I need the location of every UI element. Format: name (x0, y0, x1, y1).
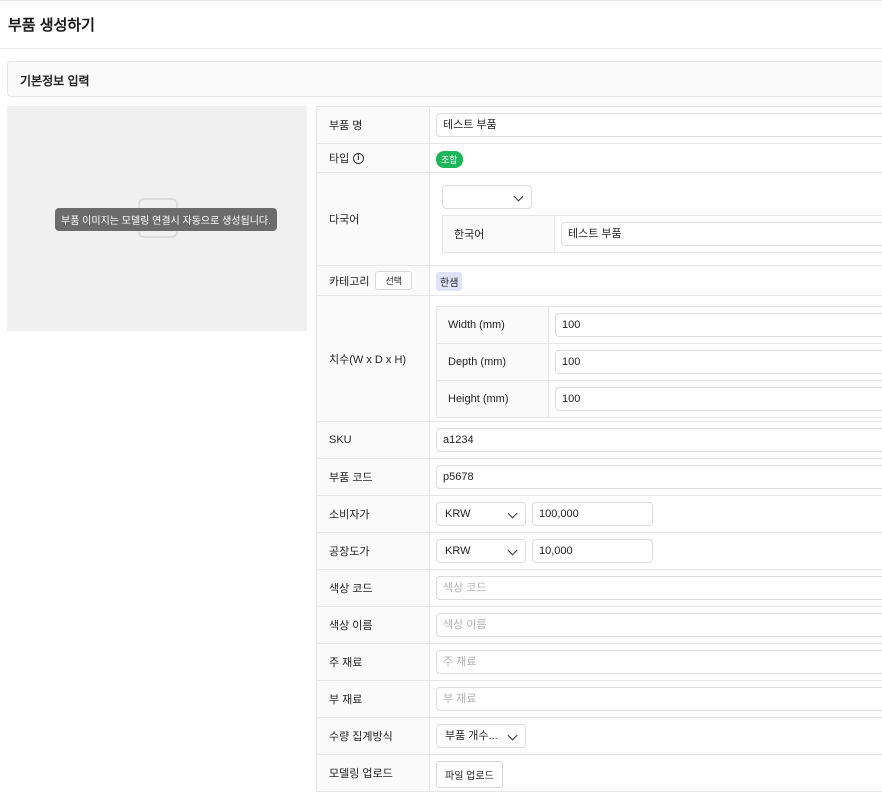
label-multilang: 다국어 (317, 173, 430, 265)
row-color-name: 색상 이름 색상 이름 (317, 607, 882, 644)
page-title: 부품 생성하기 (8, 17, 95, 34)
subrow-height: Height (mm) 100 (437, 381, 882, 418)
info-icon[interactable] (353, 152, 365, 164)
label-sku: SKU (317, 422, 430, 458)
sublabel-width: Width (mm) (437, 307, 549, 343)
label-category-text: 카테고리 (329, 275, 370, 288)
label-name: 부품 명 (317, 107, 430, 143)
row-factory-price: 공장도가 KRW 10,000 (317, 533, 882, 570)
label-sub-material: 부 재료 (317, 681, 430, 717)
label-modeling-upload: 모델링 업로드 (317, 755, 430, 791)
chevron-down-icon (507, 545, 518, 556)
title-divider (0, 48, 882, 49)
section-title: 기본정보 입력 (20, 74, 90, 88)
section-header: 기본정보 입력 (7, 61, 882, 97)
row-main-material: 주 재료 주 재료 (317, 644, 882, 681)
label-type: 타입 (317, 144, 430, 172)
factory-currency-value: KRW (445, 545, 471, 557)
multilang-subtable: 한국어 테스트 부품 (442, 215, 882, 253)
part-form: 부품 명 테스트 부품 타입 조합 다국어 한국어 테스트 부품 (316, 106, 882, 792)
color-code-input[interactable]: 색상 코드 (436, 576, 882, 600)
label-main-material: 주 재료 (317, 644, 430, 680)
name-input[interactable]: 테스트 부품 (436, 113, 882, 137)
factory-price-input[interactable]: 10,000 (532, 539, 653, 563)
width-input[interactable]: 100 (555, 313, 882, 337)
quantity-method-value: 부품 개수... (445, 730, 498, 742)
consumer-currency-select[interactable]: KRW (436, 502, 526, 526)
row-dimensions: 치수(W x D x H) Width (mm) 100 Depth (mm) … (317, 296, 882, 422)
type-tag: 조합 (436, 151, 463, 168)
chevron-down-icon (507, 508, 518, 519)
label-consumer-price: 소비자가 (317, 496, 430, 532)
sublabel-depth: Depth (mm) (437, 344, 549, 380)
category-select-button[interactable]: 선택 (375, 271, 413, 290)
label-category: 카테고리 선택 (317, 266, 430, 295)
row-quantity-method: 수량 집계방식 부품 개수... (317, 718, 882, 755)
consumer-currency-value: KRW (445, 508, 471, 520)
sublabel-korean: 한국어 (443, 216, 555, 252)
label-dimensions: 치수(W x D x H) (317, 296, 430, 421)
row-type: 타입 조합 (317, 144, 882, 173)
sublabel-height: Height (mm) (437, 381, 549, 417)
label-color-code: 색상 코드 (317, 570, 430, 606)
factory-currency-select[interactable]: KRW (436, 539, 526, 563)
row-category: 카테고리 선택 한샘 (317, 266, 882, 296)
main-material-input[interactable]: 주 재료 (436, 650, 882, 674)
chevron-down-icon (513, 191, 524, 202)
subrow-korean: 한국어 테스트 부품 (443, 216, 882, 253)
row-name: 부품 명 테스트 부품 (317, 107, 882, 144)
korean-name-input[interactable]: 테스트 부품 (561, 222, 882, 246)
row-code: 부품 코드 p5678 (317, 459, 882, 496)
row-modeling-upload: 모델링 업로드 파일 업로드 (317, 755, 882, 792)
consumer-price-input[interactable]: 100,000 (532, 502, 653, 526)
row-multilang: 다국어 한국어 테스트 부품 (317, 173, 882, 266)
image-tooltip: 부품 이미지는 모델링 연결시 자동으로 생성됩니다. (55, 208, 277, 231)
label-factory-price: 공장도가 (317, 533, 430, 569)
label-type-text: 타입 (329, 153, 350, 165)
label-color-name: 색상 이름 (317, 607, 430, 643)
code-input[interactable]: p5678 (436, 465, 882, 489)
dimensions-subtable: Width (mm) 100 Depth (mm) 100 Height (mm… (436, 306, 882, 418)
file-upload-button[interactable]: 파일 업로드 (436, 761, 503, 788)
color-name-input[interactable]: 색상 이름 (436, 613, 882, 637)
row-consumer-price: 소비자가 KRW 100,000 (317, 496, 882, 533)
row-color-code: 색상 코드 색상 코드 (317, 570, 882, 607)
language-select[interactable] (442, 185, 532, 209)
row-sku: SKU a1234 (317, 422, 882, 459)
subrow-depth: Depth (mm) 100 (437, 344, 882, 381)
sku-input[interactable]: a1234 (436, 428, 882, 452)
quantity-method-select[interactable]: 부품 개수... (436, 724, 526, 748)
chevron-down-icon (507, 730, 518, 741)
label-quantity-method: 수량 집계방식 (317, 718, 430, 754)
top-border (0, 0, 882, 1)
label-code: 부품 코드 (317, 459, 430, 495)
sub-material-input[interactable]: 부 재료 (436, 687, 882, 711)
image-preview-panel: 부품 이미지는 모델링 연결시 자동으로 생성됩니다. (7, 106, 307, 331)
subrow-width: Width (mm) 100 (437, 307, 882, 344)
row-sub-material: 부 재료 부 재료 (317, 681, 882, 718)
height-input[interactable]: 100 (555, 387, 882, 411)
depth-input[interactable]: 100 (555, 350, 882, 374)
category-tag: 한샘 (436, 272, 463, 291)
